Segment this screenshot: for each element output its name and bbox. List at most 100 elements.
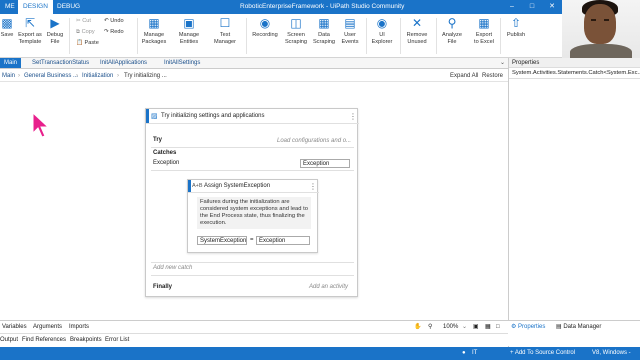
globe-icon: ● (462, 350, 466, 356)
try-label: Try (153, 137, 163, 143)
divider (146, 123, 359, 124)
separator (246, 18, 247, 54)
close-icon[interactable]: ✕ (542, 0, 562, 14)
tab-home[interactable]: ME (0, 0, 20, 14)
breadcrumb-main[interactable]: Main (2, 70, 15, 82)
try-body-placeholder[interactable]: Load configurations and o... (277, 138, 351, 144)
export-template-button[interactable]: ⇱ Export as Template (15, 16, 45, 45)
remove-unused-button[interactable]: ✕ Remove Unused (403, 16, 431, 45)
excel-icon: ▦ (478, 16, 490, 30)
activity-accent (146, 109, 149, 123)
remove-icon: ✕ (411, 16, 423, 30)
copy-button[interactable]: ⧉ Copy (76, 29, 95, 36)
divider (188, 192, 319, 193)
assign-value-field[interactable]: Exception (256, 236, 310, 245)
doc-tab-settransactionstatus[interactable]: SetTransactionStatus (28, 58, 93, 68)
test-manager-icon: ☐ (219, 16, 231, 30)
add-new-catch-link[interactable]: Add new catch (153, 265, 192, 271)
language-indicator[interactable]: IT (472, 347, 477, 360)
separator (400, 18, 401, 54)
tab-design[interactable]: DESIGN (18, 0, 53, 14)
output-panel-tabs: Output Find References Breakpoints Error… (0, 333, 508, 346)
person-eye (591, 19, 596, 21)
export-excel-button[interactable]: ▦ Export to Excel (470, 16, 498, 45)
webcam-overlay (562, 0, 640, 58)
title-bar: ME DESIGN DEBUG RoboticEnterpriseFramewo… (0, 0, 640, 14)
breadcrumb-initialization[interactable]: Initialization (82, 70, 113, 82)
expand-all-button[interactable]: Expand All (450, 70, 478, 82)
output-tab[interactable]: Output (0, 334, 18, 347)
tab-debug[interactable]: DEBUG (52, 0, 85, 14)
play-icon: ▶ (50, 16, 60, 30)
error-list-tab[interactable]: Error List (105, 334, 129, 347)
find-references-tab[interactable]: Find References (22, 334, 66, 347)
chevron-right-icon: › (76, 73, 78, 79)
properties-selected-type: System.Activities.Statements.Catch<Syste… (509, 68, 640, 79)
more-options-icon[interactable]: ⋮ (349, 112, 357, 121)
user-events-button[interactable]: ▤ User Events (338, 16, 362, 45)
separator (69, 18, 70, 54)
designer-canvas[interactable]: ▨ Try initializing settings and applicat… (0, 83, 508, 319)
analyze-icon: ⚲ (447, 16, 457, 30)
data-manager-tab[interactable]: ▤ Data Manager (556, 323, 601, 330)
publish-button[interactable]: ⇧ Publish (504, 16, 528, 39)
paste-button[interactable]: 📋 Paste (76, 40, 99, 46)
doc-tab-main[interactable]: Main (0, 58, 22, 68)
try-catch-icon: ▨ (151, 113, 158, 120)
separator (137, 18, 138, 54)
divider (151, 262, 354, 263)
project-info[interactable]: V8, Windows - Le... (592, 347, 640, 360)
save-icon: ▩ (1, 16, 13, 30)
ui-explorer-icon: ◉ (376, 16, 388, 30)
breadcrumb: Main › General Business ... › Initializa… (0, 70, 508, 82)
manage-entities-button[interactable]: ▣ Manage Entities (176, 16, 202, 45)
assign-icon: A+B (192, 183, 203, 189)
properties-tab[interactable]: ⚙ Properties (511, 323, 545, 330)
publish-icon: ⇧ (510, 16, 522, 30)
chevron-right-icon: › (117, 73, 119, 79)
assign-activity[interactable]: A+B Assign SystemException ⋮ Failures du… (187, 179, 319, 253)
maximize-icon[interactable]: □ (522, 0, 542, 14)
window-title: RoboticEnterpriseFramework - UiPath Stud… (240, 3, 405, 10)
person-face (584, 4, 616, 44)
divider (151, 170, 354, 171)
breadcrumb-try-initializing[interactable]: Try initializing ... (124, 70, 167, 82)
properties-panel: Properties System.Activities.Statements.… (508, 58, 640, 360)
screen-scraping-button[interactable]: ◫ Screen Scraping (283, 16, 309, 45)
minimize-icon[interactable]: – (502, 0, 522, 14)
debug-file-button[interactable]: ▶ Debug File (45, 16, 65, 45)
cut-button[interactable]: ✂ Cut (76, 18, 91, 24)
restore-button[interactable]: Restore (482, 70, 503, 82)
analyze-file-button[interactable]: ⚲ Analyze File (439, 16, 465, 45)
packages-icon: ▦ (148, 16, 160, 30)
undo-button[interactable]: ↶ Undo (104, 18, 124, 24)
divider (151, 147, 354, 148)
redo-button[interactable]: ↷ Redo (104, 29, 124, 35)
add-source-control-button[interactable]: + Add To Source Control (510, 347, 575, 360)
finally-add-activity[interactable]: Add an activity (309, 284, 348, 290)
annotation-text[interactable]: Failures during the initialization are c… (197, 197, 311, 229)
person-eye (604, 19, 609, 21)
catch-exception-label: Exception (153, 160, 180, 166)
exception-type-field[interactable]: Exception (300, 159, 350, 168)
designer-bottom-bar: Variables Arguments Imports ✋ ⚲ 100% ⌄ ▣… (0, 320, 508, 333)
screen-scraping-icon: ◫ (290, 16, 302, 30)
try-catch-activity[interactable]: ▨ Try initializing settings and applicat… (145, 108, 359, 297)
breakpoints-tab[interactable]: Breakpoints (70, 334, 102, 347)
ribbon-toolbar: ▩ Save ⇱ Export as Template ▶ Debug File ✂ … (0, 14, 562, 58)
breadcrumb-general-business[interactable]: General Business ... (24, 70, 78, 82)
doc-tab-initallsettings[interactable]: InitAllSettings (160, 58, 204, 68)
recording-button[interactable]: ◉ Recording (249, 16, 281, 39)
doc-tab-initallapplications[interactable]: InitAllApplications (96, 58, 151, 68)
document-tabs: Main SetTransactionStatus InitAllApplica… (0, 58, 508, 69)
separator (436, 18, 437, 54)
more-options-icon[interactable]: ⋮ (309, 182, 317, 191)
divider (151, 275, 354, 276)
manage-packages-button[interactable]: ▦ Manage Packages (140, 16, 168, 45)
assign-title: Assign SystemException (204, 183, 271, 189)
data-scraping-button[interactable]: ▦ Data Scraping (311, 16, 337, 45)
ui-explorer-button[interactable]: ◉ UI Explorer (369, 16, 395, 45)
save-button[interactable]: ▩ Save (0, 16, 14, 39)
test-manager-button[interactable]: ☐ Test Manager (210, 16, 240, 45)
assign-to-field[interactable]: SystemException (197, 236, 247, 245)
